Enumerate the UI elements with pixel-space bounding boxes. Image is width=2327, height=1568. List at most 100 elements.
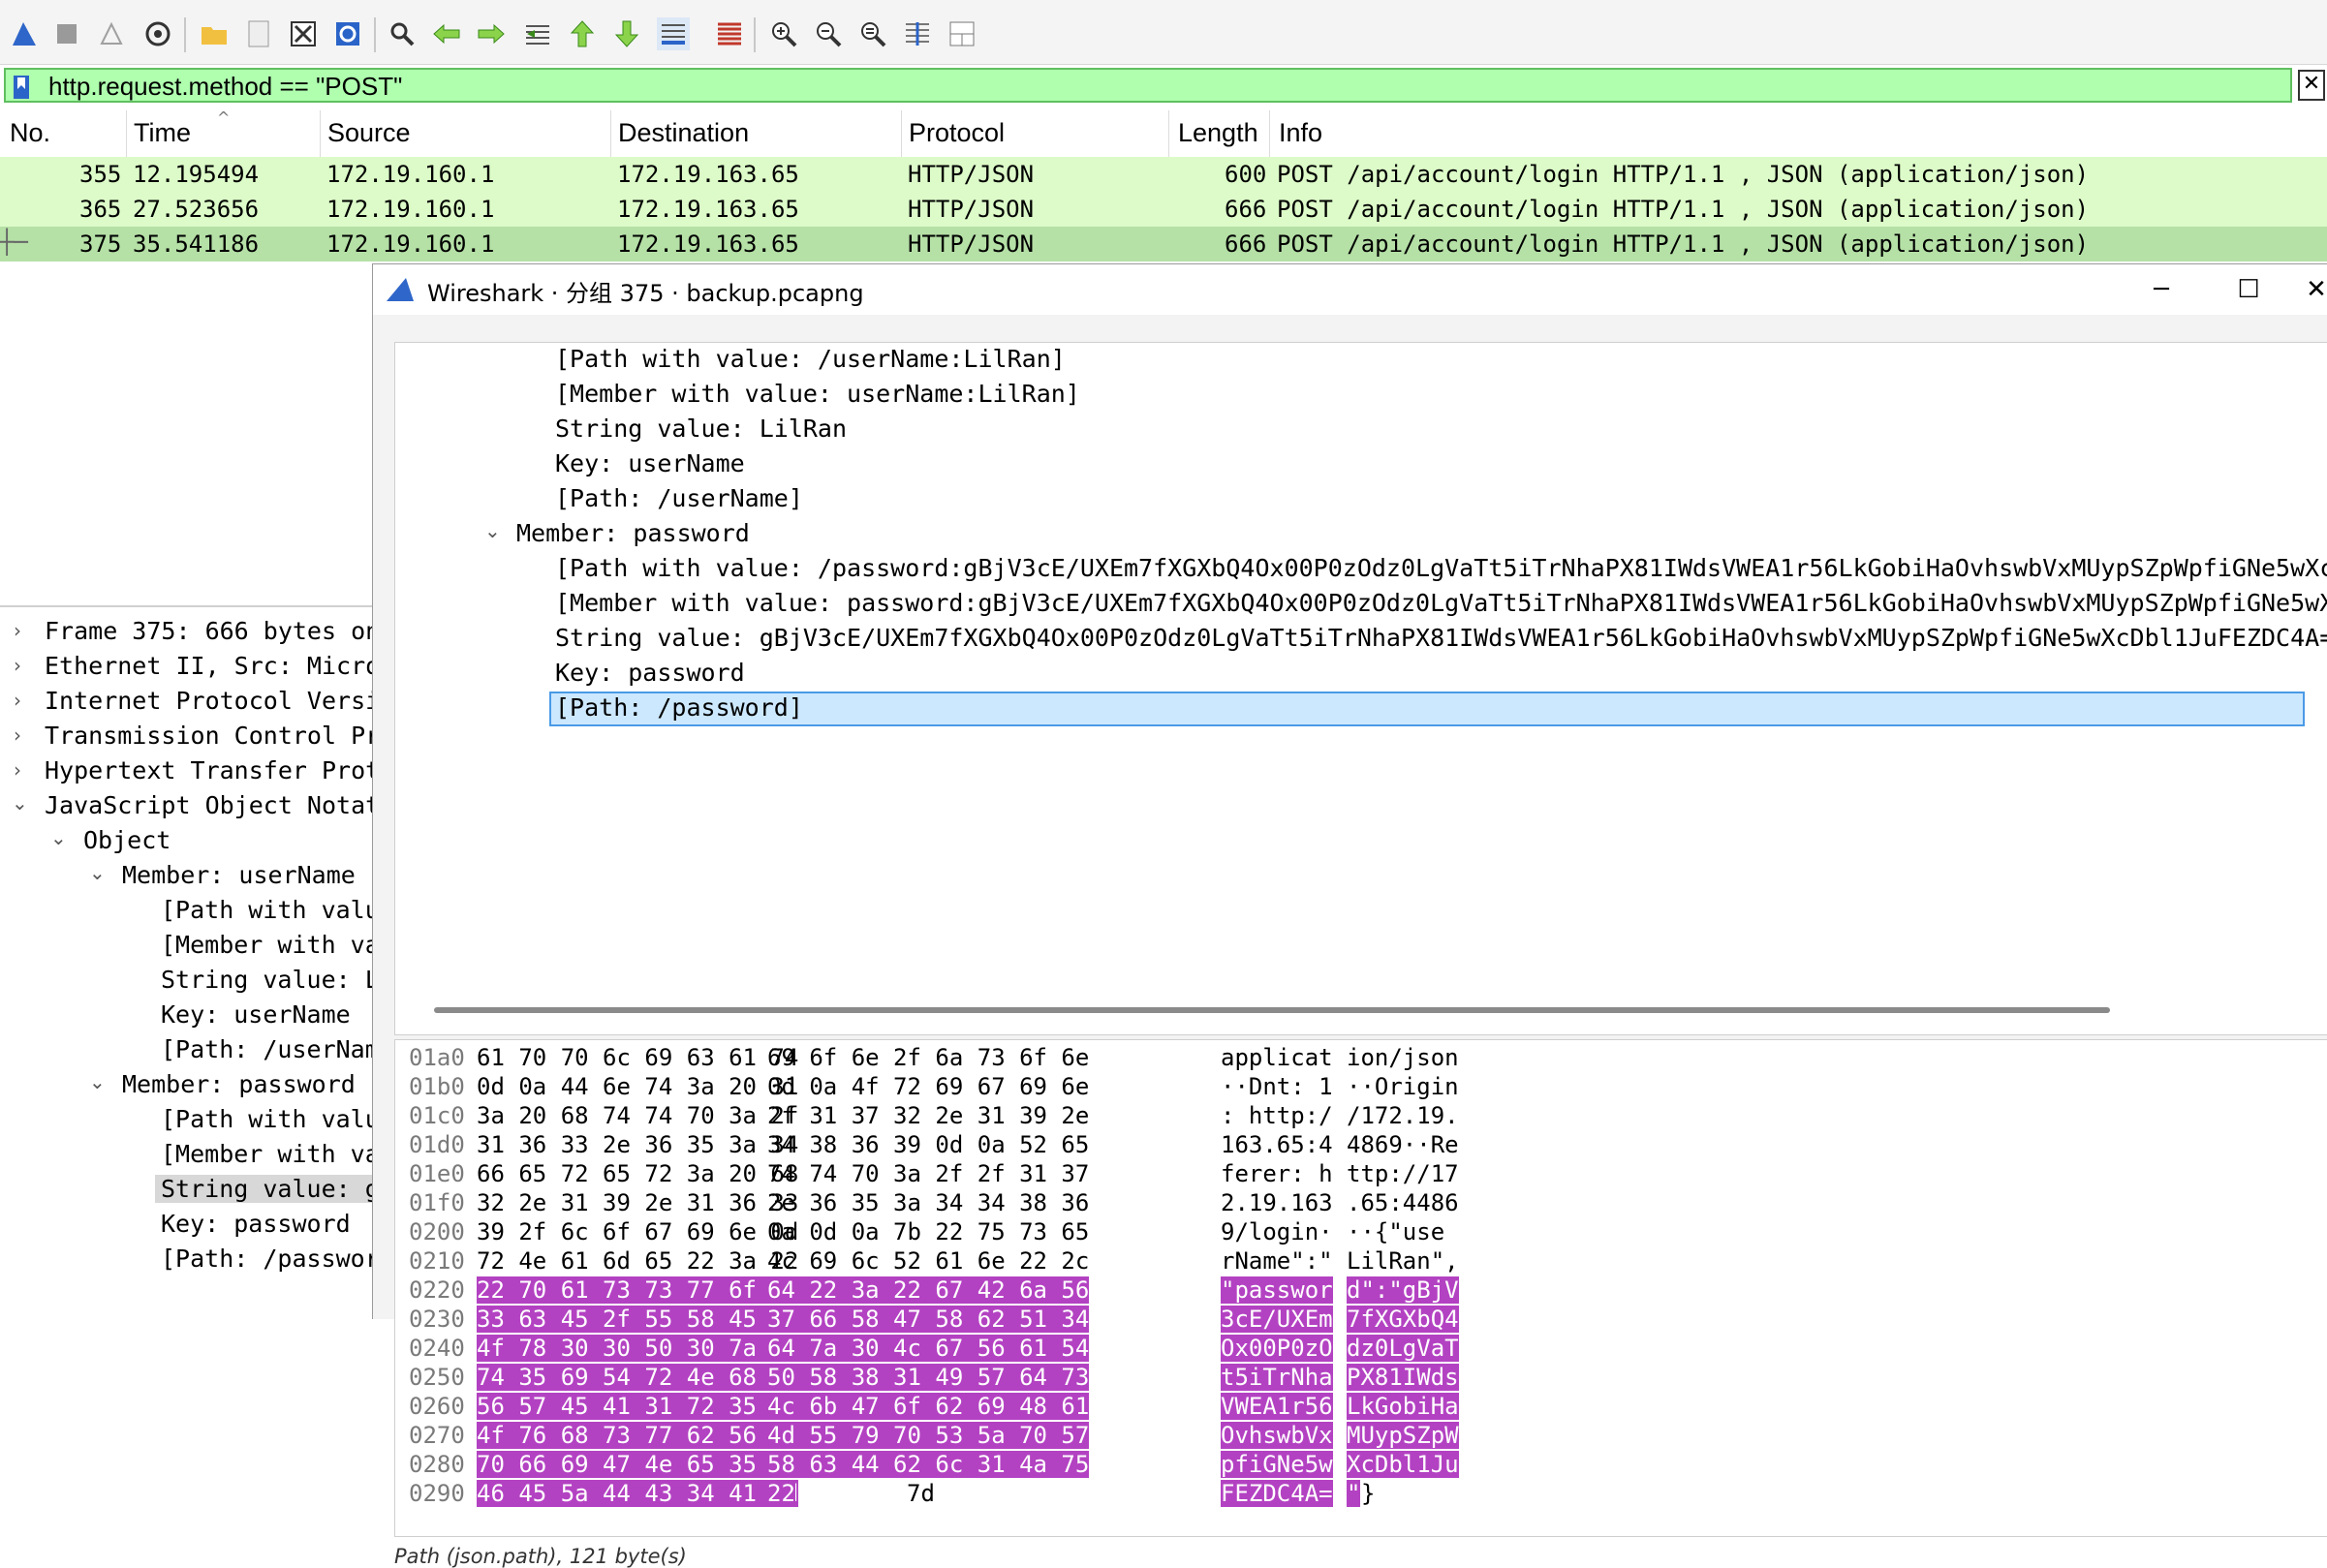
- hex-row[interactable]: 01f0 32 2e 31 39 2e 31 36 33 2e 36 35 3a 3…: [395, 1189, 2323, 1218]
- hex-row[interactable]: 01c0 3a 20 68 74 74 70 3a 2f 2f 31 37 32 2…: [395, 1102, 2323, 1131]
- hex-bytes-second-half[interactable]: 64 7a 30 4c 67 56 61 54: [767, 1335, 1090, 1362]
- tree-item-ethernet[interactable]: Ethernet II, Src: Micros: [45, 652, 378, 680]
- shark-fin-start-icon[interactable]: [8, 17, 41, 50]
- column-header-no[interactable]: No.: [10, 118, 50, 148]
- hex-bytes-first-half[interactable]: 4f 76 68 73 77 62 56 78: [477, 1422, 799, 1449]
- hex-bytes-first-half[interactable]: 22 70 61 73 73 77 6f 72: [477, 1276, 799, 1304]
- hex-bytes-first-half[interactable]: 4f 78 30 30 50 30 7a 4f: [477, 1335, 799, 1362]
- save-file-icon[interactable]: [242, 17, 275, 50]
- normal-size-icon[interactable]: [856, 17, 889, 50]
- collapse-arrow-icon[interactable]: ⌄: [89, 1070, 106, 1093]
- tree-item-tcp[interactable]: Transmission Control Pro: [45, 722, 378, 750]
- hex-row[interactable]: 01b0 0d 0a 44 6e 74 3a 20 31 0d 0a 4f 72 6…: [395, 1073, 2323, 1102]
- hex-row[interactable]: 01e0 66 65 72 65 72 3a 20 68 74 74 70 3a 2…: [395, 1160, 2323, 1189]
- expand-arrow-icon[interactable]: ›: [14, 723, 21, 747]
- options-gear-icon[interactable]: [141, 17, 174, 50]
- hex-row[interactable]: 01d0 31 36 33 2e 36 35 3a 34 34 38 36 39 0…: [395, 1131, 2323, 1160]
- packet-row[interactable]: 365 27.523656 172.19.160.1 172.19.163.65…: [0, 192, 2327, 227]
- tree-item-object[interactable]: Object: [83, 826, 171, 854]
- ascii-first-half[interactable]: : http:/: [1221, 1102, 1333, 1129]
- hex-byte[interactable]: 7d: [907, 1480, 935, 1507]
- tree-item-path-with-value[interactable]: [Path with value: /password:gBjV3cE/UXEm…: [555, 554, 2327, 582]
- ascii-first-half[interactable]: ··Dnt: 1: [1221, 1073, 1333, 1100]
- column-header-info[interactable]: Info: [1279, 118, 1322, 148]
- tree-item-key[interactable]: Key: userName: [161, 1000, 351, 1029]
- ascii-first-half[interactable]: applicat: [1221, 1044, 1333, 1071]
- packet-row-selected[interactable]: ┼─ 375 35.541186 172.19.160.1 172.19.163…: [0, 227, 2327, 261]
- hex-row[interactable]: 0270 4f 76 68 73 77 62 56 78 4d 55 79 70 5…: [395, 1422, 2323, 1451]
- ascii-first-half[interactable]: FEZDC4A=: [1221, 1480, 1333, 1507]
- column-header-source[interactable]: Source: [327, 118, 411, 148]
- tree-item-path-with-value[interactable]: [Path with valu: [161, 896, 378, 924]
- ascii-second-half[interactable]: dz0LgVaT: [1347, 1335, 1459, 1362]
- tree-item-member-password[interactable]: Member: password: [122, 1070, 356, 1098]
- hex-bytes-first-half[interactable]: 70 66 69 47 4e 65 35 77: [477, 1451, 799, 1478]
- tree-item-string-value[interactable]: String value: gBjV3cE/UXEm7fXGXbQ4Ox00P0…: [555, 624, 2327, 652]
- column-header-protocol[interactable]: Protocol: [909, 118, 1005, 148]
- column-header-length[interactable]: Length: [1178, 118, 1258, 148]
- tree-item-key[interactable]: Key: password: [161, 1210, 351, 1238]
- hex-bytes-second-half[interactable]: 34 38 36 39 0d 0a 52 65: [767, 1131, 1089, 1158]
- tree-item-member-with-value[interactable]: [Member with value: userName:LilRan]: [555, 380, 1080, 408]
- ascii-second-half[interactable]: XcDbl1Ju: [1347, 1451, 1459, 1478]
- ascii-second-half[interactable]: /172.19.: [1347, 1102, 1459, 1129]
- tree-item-member-with-value[interactable]: [Member with va: [161, 931, 378, 959]
- ascii-first-half[interactable]: 9/login·: [1221, 1218, 1333, 1245]
- hex-row[interactable]: 0250 74 35 69 54 72 4e 68 61 50 58 38 31 4…: [395, 1364, 2323, 1393]
- zoom-in-icon[interactable]: [767, 17, 800, 50]
- ascii-second-half[interactable]: d":"gBjV: [1347, 1276, 1459, 1304]
- hex-row[interactable]: 0280 70 66 69 47 4e 65 35 77 58 63 44 62 6…: [395, 1451, 2323, 1480]
- ascii-first-half[interactable]: ferer: h: [1221, 1160, 1333, 1187]
- hex-bytes-first-half[interactable]: 39 2f 6c 6f 67 69 6e 0d: [477, 1218, 798, 1245]
- tree-item-member-with-value[interactable]: [Member with value: password:gBjV3cE/UXE…: [555, 589, 2327, 617]
- ascii-second-half[interactable]: ": [1347, 1480, 1361, 1507]
- ascii-first-half[interactable]: pfiGNe5w: [1221, 1451, 1333, 1478]
- zoom-out-icon[interactable]: [812, 17, 845, 50]
- ascii-second-half[interactable]: ion/json: [1347, 1044, 1459, 1071]
- expand-arrow-icon[interactable]: ›: [14, 654, 21, 677]
- hex-bytes-second-half[interactable]: 22: [767, 1480, 795, 1507]
- ascii-first-half[interactable]: OvhswbVx: [1221, 1422, 1333, 1449]
- hex-row[interactable]: 0260 56 57 45 41 31 72 35 36 4c 6b 47 6f 6…: [395, 1393, 2323, 1422]
- tree-item-key[interactable]: Key: userName: [555, 449, 745, 477]
- ascii-second-half[interactable]: ttp://17: [1347, 1160, 1459, 1187]
- go-to-packet-icon[interactable]: [521, 17, 554, 50]
- hex-row[interactable]: 0200 39 2f 6c 6f 67 69 6e 0d 0a 0d 0a 7b 2…: [395, 1218, 2323, 1247]
- tree-item-string-value[interactable]: String value: LilRan: [555, 415, 847, 443]
- close-button[interactable]: ✕: [2305, 268, 2327, 311]
- hex-bytes-first-half[interactable]: 56 57 45 41 31 72 35 36: [477, 1393, 799, 1420]
- ascii-second-half[interactable]: ··{"use: [1347, 1218, 1444, 1245]
- collapse-arrow-icon[interactable]: ⌄: [89, 861, 106, 884]
- reload-icon[interactable]: [331, 17, 364, 50]
- hex-bytes-second-half[interactable]: 0a 0d 0a 7b 22 75 73 65: [767, 1218, 1089, 1245]
- layout-icon[interactable]: [946, 17, 978, 50]
- tree-item-ip[interactable]: Internet Protocol Versi: [45, 687, 378, 715]
- ascii-first-half[interactable]: 163.65:4: [1221, 1131, 1333, 1158]
- go-forward-icon[interactable]: [475, 17, 508, 50]
- maximize-button[interactable]: ☐: [2219, 268, 2278, 311]
- ascii-first-half[interactable]: VWEA1r56: [1221, 1393, 1333, 1420]
- dialog-titlebar[interactable]: Wireshark · 分组 375 · backup.pcapng ─ ☐ ✕: [373, 264, 2327, 315]
- horizontal-scrollbar[interactable]: [434, 1007, 2110, 1013]
- hex-bytes-second-half[interactable]: 0d 0a 4f 72 69 67 69 6e: [767, 1073, 1089, 1100]
- hex-bytes-first-half[interactable]: 33 63 45 2f 55 58 45 6d: [477, 1306, 799, 1333]
- ascii-second-half[interactable]: LilRan",: [1347, 1247, 1459, 1275]
- expand-arrow-icon[interactable]: ›: [14, 619, 21, 642]
- ascii-second-half[interactable]: 4869··Re: [1347, 1131, 1459, 1158]
- ascii-first-half[interactable]: rName":": [1221, 1247, 1333, 1275]
- collapse-arrow-icon[interactable]: ⌄: [50, 826, 67, 849]
- hex-row[interactable]: 0210 72 4e 61 6d 65 22 3a 22 4c 69 6c 52 6…: [395, 1247, 2323, 1276]
- ascii-first-half[interactable]: 3cE/UXEm: [1221, 1306, 1333, 1333]
- hex-bytes-first-half[interactable]: 31 36 33 2e 36 35 3a 34: [477, 1131, 798, 1158]
- go-back-icon[interactable]: [430, 17, 463, 50]
- hex-bytes-first-half[interactable]: 3a 20 68 74 74 70 3a 2f: [477, 1102, 798, 1129]
- tree-item-string-value[interactable]: String value: L: [161, 966, 378, 994]
- hex-bytes-first-half[interactable]: 46 45 5a 44 43 34 41 3d: [477, 1480, 799, 1507]
- last-packet-icon[interactable]: [610, 17, 643, 50]
- ascii-first-half[interactable]: "passwor: [1221, 1276, 1333, 1304]
- hex-bytes-second-half[interactable]: 69 6f 6e 2f 6a 73 6f 6e: [767, 1044, 1089, 1071]
- collapse-arrow-icon[interactable]: ⌄: [12, 791, 28, 815]
- resize-columns-icon[interactable]: [901, 17, 934, 50]
- bookmark-icon[interactable]: [12, 74, 33, 101]
- ascii-second-half[interactable]: LkGobiHa: [1347, 1393, 1459, 1420]
